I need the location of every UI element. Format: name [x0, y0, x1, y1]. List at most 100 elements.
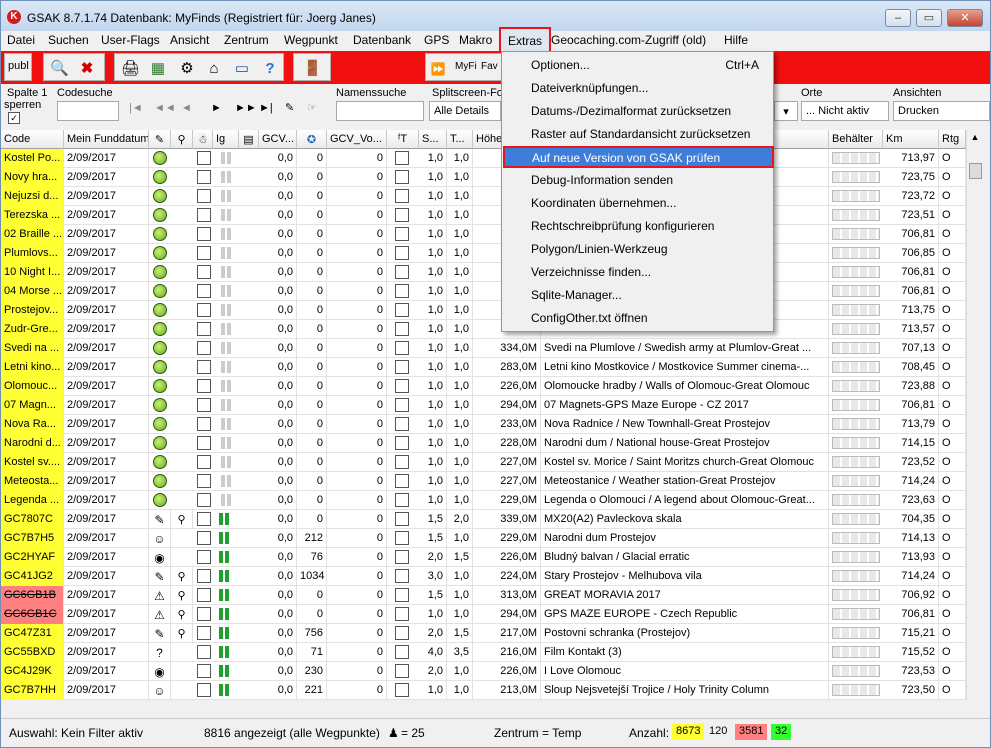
table-row[interactable]: GC6GB1C 2/09/2017 ⚠ ⚲ 0,0 0 0 1,0 1,0 294,0M GPS M… [1, 605, 966, 624]
ftf-checkbox[interactable] [395, 284, 409, 298]
grid-icon[interactable]: ▦ [149, 60, 167, 78]
row-checkbox[interactable] [197, 588, 211, 602]
nav-prev-fast-icon[interactable]: ◄◄ [154, 102, 176, 114]
col-type-icon[interactable]: ✎ [149, 130, 171, 149]
menu-item-datumsformat[interactable]: Datums-/Dezimalformat zurücksetzen [504, 101, 771, 123]
menu-item-rechtschreibung[interactable]: Rechtschreibprüfung konfigurieren [504, 216, 771, 238]
nav-first-icon[interactable]: |◄ [129, 102, 143, 114]
pointer-icon[interactable]: ☞ [307, 101, 317, 114]
menu-suchen[interactable]: Suchen [48, 33, 89, 47]
col-bug-icon[interactable]: ⚲ [171, 130, 193, 149]
row-checkbox[interactable] [197, 436, 211, 450]
col-behaelter[interactable]: Behälter [829, 130, 883, 149]
ftf-checkbox[interactable] [395, 683, 409, 697]
table-row[interactable]: Meteosta... 2/09/2017 0,0 0 0 1,0 1,0 227,0M Met… [1, 472, 966, 491]
ftf-checkbox[interactable] [395, 436, 409, 450]
col-award-icon[interactable]: ✪ [297, 130, 327, 149]
menu-user-flags[interactable]: User-Flags [101, 33, 160, 47]
table-row[interactable]: GC47Z31 2/09/2017 ✎ ⚲ 0,0 756 0 2,0 1,5 217,0M Pos… [1, 624, 966, 643]
ftf-checkbox[interactable] [395, 531, 409, 545]
table-row[interactable]: Plumlovs...2/09/20170,0001,01,0mlov706,8… [1, 244, 966, 263]
ftf-checkbox[interactable] [395, 455, 409, 469]
row-checkbox[interactable] [197, 189, 211, 203]
row-checkbox[interactable] [197, 322, 211, 336]
maximize-button[interactable]: ▭ [916, 9, 942, 27]
row-checkbox[interactable] [197, 398, 211, 412]
row-checkbox[interactable] [197, 208, 211, 222]
col-note-icon[interactable]: ▤ [239, 130, 259, 149]
row-checkbox[interactable] [197, 683, 211, 697]
settings-icon[interactable]: ⚙ [178, 60, 196, 78]
menu-geocaching-zugriff[interactable]: Geocaching.com-Zugriff (old) [551, 33, 706, 47]
home-icon[interactable]: ⌂ [205, 60, 223, 78]
menu-item-neue-version[interactable]: Auf neue Version von GSAK prüfen [503, 146, 774, 168]
menu-item-configother[interactable]: ConfigOther.txt öffnen [504, 308, 771, 330]
menu-item-sqlite[interactable]: Sqlite-Manager... [504, 285, 771, 307]
table-row[interactable]: 10 Night I... 2/09/2017 0,0 0 0 1,0 1,0 706,81 O [1, 263, 966, 282]
table-row[interactable]: Letni kino... 2/09/2017 0,0 0 0 1,0 1,0 283,0M L… [1, 358, 966, 377]
ftf-checkbox[interactable] [395, 626, 409, 640]
ftf-checkbox[interactable] [395, 379, 409, 393]
table-row[interactable]: Svedi na ... 2/09/2017 0,0 0 0 1,0 1,0 334,0M Sv… [1, 339, 966, 358]
ftf-checkbox[interactable] [395, 151, 409, 165]
row-checkbox[interactable] [197, 626, 211, 640]
ftf-checkbox[interactable] [395, 341, 409, 355]
row-checkbox[interactable] [197, 550, 211, 564]
table-row[interactable]: 07 Magn... 2/09/2017 0,0 0 0 1,0 1,0 294,0M 07 M… [1, 396, 966, 415]
menu-item-optionen[interactable]: Optionen... Ctrl+A [504, 55, 771, 77]
minimize-button[interactable]: ‒ [885, 9, 911, 27]
dropdown-arrow-icon[interactable]: ▾ [774, 101, 798, 121]
help-icon[interactable]: ? [261, 60, 279, 78]
ftf-checkbox[interactable] [395, 550, 409, 564]
menu-item-polygon[interactable]: Polygon/Linien-Werkzeug [504, 239, 771, 261]
table-row[interactable]: Nova Ra... 2/09/2017 0,0 0 0 1,0 1,0 233,0M Nova… [1, 415, 966, 434]
ftf-checkbox[interactable] [395, 170, 409, 184]
col-km[interactable]: Km [883, 130, 939, 149]
splitscreen-select[interactable]: Alle Details [429, 101, 501, 121]
menu-item-verzeichnisse[interactable]: Verzeichnisse finden... [504, 262, 771, 284]
table-row[interactable]: 04 Morse ...2/09/20170,0001,01,07706,81O [1, 282, 966, 301]
col-code[interactable]: Code [1, 130, 64, 149]
ftf-checkbox[interactable] [395, 493, 409, 507]
col-funddatum[interactable]: Mein Funddatum [64, 130, 149, 149]
row-checkbox[interactable] [197, 360, 211, 374]
ftf-checkbox[interactable] [395, 246, 409, 260]
namenssuche-input[interactable] [336, 101, 424, 121]
ftf-checkbox[interactable] [395, 512, 409, 526]
row-checkbox[interactable] [197, 379, 211, 393]
table-row[interactable]: Kostel Po...2/09/20170,0001,01,0Great Pr… [1, 149, 966, 168]
ansichten-select[interactable]: Drucken [893, 101, 990, 121]
table-row[interactable]: 02 Braille ... 2/09/2017 0,0 0 0 1,0 1,0 706,81… [1, 225, 966, 244]
table-row[interactable]: GC7807C 2/09/2017 ✎ ⚲ 0,0 0 0 1,5 2,0 339,0M MX20(… [1, 510, 966, 529]
sperren-checkbox[interactable]: ✓ [8, 112, 20, 124]
waypoint-grid[interactable]: Code Mein Funddatum ✎ ⚲ ☃ Ig ▤ GCV... ✪ … [1, 130, 966, 700]
ftf-checkbox[interactable] [395, 322, 409, 336]
table-row[interactable]: GC55BXD 2/09/2017? 0,0 71 0 4,0 3,5 216,0M Film … [1, 643, 966, 662]
print-icon[interactable]: 🖨 [121, 60, 140, 78]
menu-item-debug[interactable]: Debug-Information senden [504, 170, 771, 192]
row-checkbox[interactable] [197, 227, 211, 241]
row-checkbox[interactable] [197, 512, 211, 526]
ftf-checkbox[interactable] [395, 474, 409, 488]
table-row[interactable]: Narodni d... 2/09/2017 0,0 0 0 1,0 1,0 228,0M Na… [1, 434, 966, 453]
myfi-label[interactable]: MyFi [455, 61, 477, 72]
menu-gps[interactable]: GPS [424, 33, 449, 47]
row-checkbox[interactable] [197, 284, 211, 298]
ftf-checkbox[interactable] [395, 569, 409, 583]
col-person-icon[interactable]: ☃ [193, 130, 213, 149]
table-row[interactable]: GC4J29K 2/09/2017 ◉ 0,0 230 0 2,0 1,0 226,0M I Lo… [1, 662, 966, 681]
menu-item-koordinaten[interactable]: Koordinaten übernehmen... [504, 193, 771, 215]
row-checkbox[interactable] [197, 341, 211, 355]
table-row[interactable]: Novy hra... 2/09/2017 0,0 0 0 1,0 1,0 723,75 O [1, 168, 966, 187]
row-checkbox[interactable] [197, 645, 211, 659]
table-row[interactable]: GC6GB1B 2/09/2017 ⚠ ⚲ 0,0 0 0 1,5 1,0 313,0M GREAT… [1, 586, 966, 605]
row-checkbox[interactable] [197, 151, 211, 165]
col-gcv-vo[interactable]: GCV_Vo... [327, 130, 387, 149]
row-checkbox[interactable] [197, 531, 211, 545]
row-checkbox[interactable] [197, 474, 211, 488]
vertical-scrollbar[interactable]: ▲ [966, 130, 983, 700]
exit-icon[interactable]: 🚪 [303, 60, 322, 78]
col-rtg[interactable]: Rtg [939, 130, 966, 149]
ftf-checkbox[interactable] [395, 265, 409, 279]
bookmark-icon[interactable]: ✎ [285, 101, 294, 114]
